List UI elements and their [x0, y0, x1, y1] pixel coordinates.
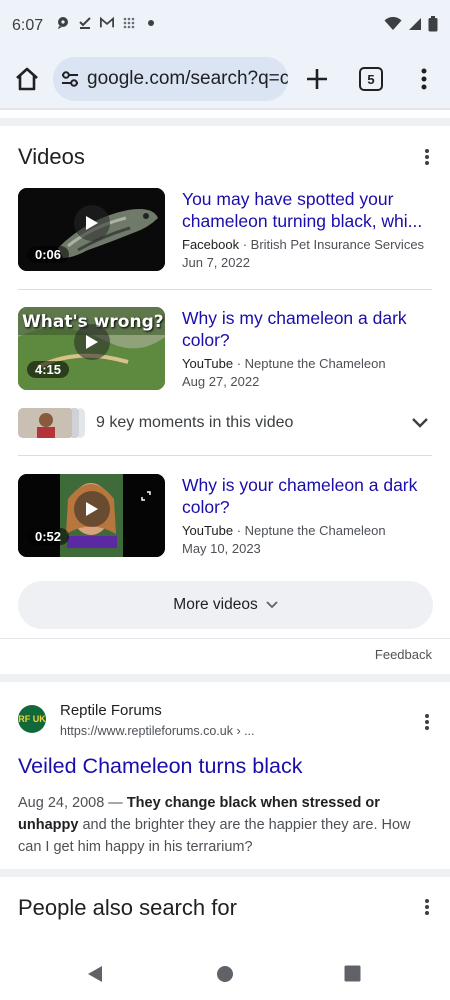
video-title-link[interactable]: Why is your chameleon a dark color? [182, 474, 434, 518]
more-vert-icon [421, 68, 427, 90]
video-meta: Facebook · British Pet Insurance Service… [182, 237, 424, 252]
gmail-notification-icon [100, 16, 114, 30]
battery-icon [428, 16, 438, 37]
chat-notification-icon [56, 16, 70, 30]
app-grid-notification-icon [122, 16, 136, 30]
address-bar[interactable]: google.com/search?q=ca [53, 57, 288, 101]
section-separator [0, 118, 450, 126]
chevron-down-icon [266, 601, 278, 609]
video-thumbnail[interactable]: 0:06 [18, 188, 165, 271]
more-vert-icon [425, 149, 429, 165]
result-url[interactable]: https://www.reptileforums.co.uk › ... [60, 724, 255, 738]
play-icon [74, 205, 110, 241]
video-channel: · Neptune the Chameleon [233, 356, 386, 371]
result-snippet: Aug 24, 2008 — They change black when st… [18, 792, 434, 858]
section-separator [0, 674, 450, 682]
video-date: Jun 7, 2022 [182, 255, 250, 270]
video-thumbnail[interactable]: 0:52 [18, 474, 165, 557]
home-nav-button[interactable] [216, 965, 234, 988]
browser-toolbar: google.com/search?q=ca 5 [0, 52, 450, 108]
cell-signal-icon [408, 17, 422, 36]
videos-heading: Videos [18, 144, 85, 169]
play-icon [74, 324, 110, 360]
video-title-link[interactable]: You may have spotted your chameleon turn… [182, 188, 434, 232]
site-settings-icon[interactable] [61, 71, 79, 87]
result-menu-button[interactable] [419, 712, 435, 732]
video-source: YouTube [182, 523, 234, 538]
square-recents-icon [344, 965, 361, 982]
result-title-link[interactable]: Veiled Chameleon turns black [18, 754, 302, 779]
key-moment-thumbnail [18, 408, 74, 438]
notification-icons [56, 16, 158, 30]
back-button[interactable] [86, 965, 104, 988]
plus-icon [307, 69, 327, 89]
video-source: YouTube [182, 356, 234, 371]
videos-menu-button[interactable] [419, 147, 435, 167]
video-meta: YouTube · Neptune the Chameleon [182, 523, 386, 538]
snippet-date: Aug 24, 2008 — [18, 795, 127, 811]
status-time: 6:07 [12, 17, 44, 34]
video-date: May 10, 2023 [182, 541, 261, 556]
video-duration: 0:06 [27, 246, 70, 263]
url-text[interactable]: google.com/search?q=ca [87, 68, 288, 90]
more-videos-label: More videos [173, 596, 258, 613]
toolbar-divider [0, 108, 450, 110]
more-vert-icon [425, 899, 429, 915]
video-duration: 0:52 [27, 528, 70, 545]
video-duration: 4:15 [27, 361, 70, 378]
new-tab-button[interactable] [304, 66, 330, 92]
tab-switcher-button[interactable]: 5 [359, 67, 383, 91]
recents-button[interactable] [344, 965, 361, 987]
people-also-search-heading: People also search for [18, 895, 237, 920]
more-videos-button[interactable]: More videos [18, 581, 433, 629]
more-vert-icon [425, 714, 429, 730]
video-channel: · Neptune the Chameleon [233, 523, 386, 538]
video-channel: · British Pet Insurance Services [239, 237, 425, 252]
video-thumbnail[interactable]: What's wrong? 4:15 [18, 307, 165, 390]
key-moments-label: 9 key moments in this video [96, 414, 294, 431]
video-title-link[interactable]: Why is my chameleon a dark color? [182, 307, 434, 351]
video-date: Aug 27, 2022 [182, 374, 260, 389]
circle-home-icon [217, 966, 233, 982]
fullscreen-icon [141, 488, 151, 506]
play-icon [74, 491, 110, 527]
more-notifications-dot-icon [144, 16, 158, 30]
people-also-menu-button[interactable] [419, 897, 435, 917]
chevron-down-icon[interactable] [411, 416, 429, 430]
result-site-name[interactable]: Reptile Forums [60, 702, 162, 719]
site-favicon: RF UK [18, 705, 46, 733]
divider [18, 455, 432, 456]
back-icon [88, 966, 102, 982]
video-source: Facebook [182, 237, 240, 252]
key-moment-stack [79, 408, 85, 438]
key-moments-expander[interactable]: 9 key moments in this video [0, 404, 450, 440]
home-button[interactable] [14, 66, 40, 92]
home-icon [16, 67, 38, 91]
tasks-notification-icon [78, 16, 92, 30]
section-separator [0, 869, 450, 877]
feedback-link[interactable]: Feedback [375, 647, 432, 662]
system-navigation-bar [0, 948, 450, 1000]
divider [18, 289, 432, 290]
divider [0, 638, 450, 639]
system-icons [384, 16, 438, 37]
browser-menu-button[interactable] [414, 66, 434, 92]
video-meta: YouTube · Neptune the Chameleon [182, 356, 386, 371]
status-bar: 6:07 [0, 0, 450, 52]
wifi-icon [384, 16, 402, 36]
